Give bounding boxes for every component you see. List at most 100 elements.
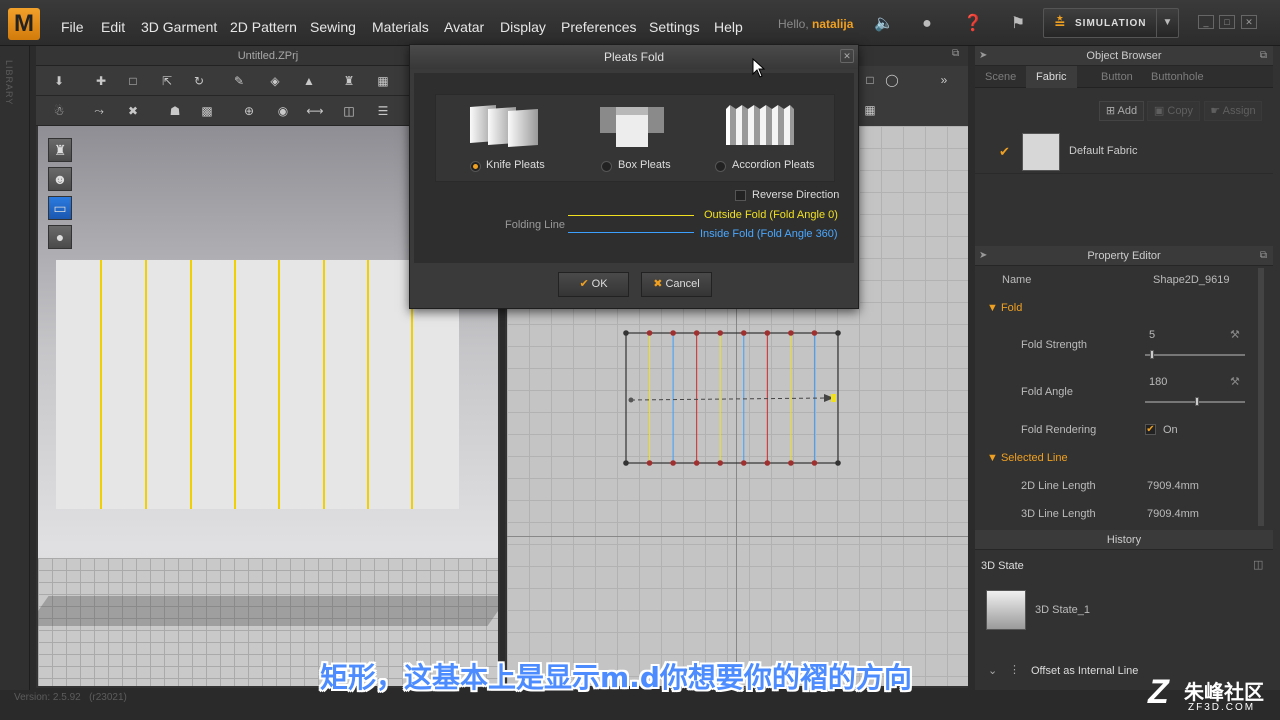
property-name-value[interactable]: Shape2D_9619 xyxy=(1153,274,1229,286)
minimize-icon[interactable]: _ xyxy=(1198,15,1214,29)
pattern-point[interactable] xyxy=(623,330,629,336)
direction-line[interactable] xyxy=(630,397,829,401)
menu-file[interactable]: File xyxy=(61,19,84,35)
tab-buttonhole[interactable]: Buttonhole xyxy=(1141,66,1214,88)
pattern-point[interactable] xyxy=(646,330,653,336)
pin-icon[interactable]: ➤ xyxy=(979,46,987,66)
history-thumbnail[interactable] xyxy=(986,590,1026,630)
fabric-list-item[interactable]: ✔ Default Fabric xyxy=(975,130,1273,174)
user-icon[interactable]: ● xyxy=(915,12,939,36)
maximize-icon[interactable]: ⧉ xyxy=(1260,46,1267,66)
menu-edit[interactable]: Edit xyxy=(101,19,125,35)
direction-end-marker[interactable] xyxy=(831,394,836,402)
fold-strength-value[interactable]: 5 xyxy=(1149,329,1155,341)
toolbar-expand-icon[interactable]: » xyxy=(933,70,955,90)
pattern-point[interactable] xyxy=(693,330,700,336)
accordion-pleats-label[interactable]: Accordion Pleats xyxy=(732,159,815,171)
pattern-point[interactable] xyxy=(788,460,794,466)
delete-icon[interactable]: ◫ xyxy=(1253,558,1263,571)
accordion-pleats-icon[interactable] xyxy=(724,103,796,147)
box-pleats-icon[interactable] xyxy=(600,103,664,147)
pin-icon[interactable]: ✎ xyxy=(228,71,250,91)
shape-circle-icon[interactable]: ◯ xyxy=(881,70,903,90)
pattern-point[interactable] xyxy=(646,460,653,466)
pattern-point[interactable] xyxy=(835,330,841,336)
tab-button[interactable]: Button xyxy=(1091,66,1143,88)
pattern-point[interactable] xyxy=(764,460,771,466)
reverse-direction-checkbox[interactable] xyxy=(735,190,746,201)
tack-icon[interactable]: ◈ xyxy=(264,71,286,91)
zipper-icon[interactable]: ◫ xyxy=(338,101,360,121)
pattern-point[interactable] xyxy=(717,460,724,466)
maximize-icon[interactable]: ⧉ xyxy=(1260,246,1267,266)
pattern-point[interactable] xyxy=(670,330,676,336)
menu-preferences[interactable]: Preferences xyxy=(561,19,636,35)
pattern-point[interactable] xyxy=(693,460,700,466)
fold-strength-slider-handle[interactable] xyxy=(1150,350,1154,359)
fold-arrow-icon[interactable]: ⬇ xyxy=(48,71,70,91)
box-select-icon[interactable]: □ xyxy=(122,71,144,91)
fold-angle-value[interactable]: 180 xyxy=(1149,376,1167,388)
menu-display[interactable]: Display xyxy=(500,19,546,35)
garment-icon[interactable]: ▲ xyxy=(298,71,320,91)
fold-angle-slider-handle[interactable] xyxy=(1195,397,1199,406)
restore-icon[interactable]: □ xyxy=(1219,15,1235,29)
menu-avatar[interactable]: Avatar xyxy=(444,19,484,35)
fit-icon[interactable]: ☗ xyxy=(164,101,186,121)
menu-2d-pattern[interactable]: 2D Pattern xyxy=(230,19,297,35)
sound-icon[interactable]: 🔈 xyxy=(872,12,896,36)
box-pleats-radio[interactable] xyxy=(601,161,612,172)
selected-line-section-header[interactable]: ▼ Selected Line xyxy=(987,452,1068,464)
wrench-icon[interactable]: ⚒ xyxy=(1230,328,1240,341)
cancel-button[interactable]: ✖ Cancel xyxy=(641,272,712,297)
texture-icon[interactable]: ▩ xyxy=(196,101,218,121)
fabric-3d-panel[interactable] xyxy=(56,260,459,509)
shirt-icon[interactable]: ♜ xyxy=(338,71,360,91)
library-label[interactable]: LIBRARY xyxy=(4,60,14,105)
rotate-icon[interactable]: ↻ xyxy=(188,71,210,91)
fold-section-header[interactable]: ▼ Fold xyxy=(987,302,1022,314)
pattern-point[interactable] xyxy=(835,460,841,466)
history-item[interactable]: 3D State_1 xyxy=(1035,604,1090,616)
library-strip[interactable] xyxy=(0,46,30,690)
chevron-down-icon[interactable]: ▼ xyxy=(1156,9,1178,37)
buttonhole-icon[interactable]: ◉ xyxy=(272,101,294,121)
ruler-icon[interactable]: ✖ xyxy=(122,101,144,121)
reverse-direction-label[interactable]: Reverse Direction xyxy=(752,189,839,201)
select-move-icon[interactable]: ✚ xyxy=(90,71,112,91)
measure-icon[interactable]: ⤳ xyxy=(88,101,110,121)
property-scrollbar[interactable] xyxy=(1258,268,1264,526)
tab-scene[interactable]: Scene xyxy=(975,66,1026,88)
menu-help[interactable]: Help xyxy=(714,19,743,35)
knife-pleats-icon[interactable] xyxy=(468,103,540,147)
pants-icon[interactable]: ▦ xyxy=(372,71,394,91)
copy-button[interactable]: ▣ Copy xyxy=(1147,101,1200,121)
knife-pleats-radio[interactable] xyxy=(470,161,481,172)
simulation-button[interactable]: ≛ SIMULATION ▼ xyxy=(1043,8,1179,38)
box-pleats-label[interactable]: Box Pleats xyxy=(618,159,671,171)
menu-sewing[interactable]: Sewing xyxy=(310,19,356,35)
garment-display-icon[interactable]: ♜ xyxy=(48,138,72,162)
knife-pleats-label[interactable]: Knife Pleats xyxy=(486,159,545,171)
tab-fabric[interactable]: Fabric xyxy=(1026,66,1077,88)
pattern-point[interactable] xyxy=(740,460,747,466)
close-icon[interactable]: ✕ xyxy=(840,49,854,63)
dialog-title[interactable]: Pleats Fold xyxy=(410,45,858,69)
tape-icon[interactable]: ☰ xyxy=(372,101,394,121)
menu-settings[interactable]: Settings xyxy=(649,19,700,35)
pattern-2d-shape[interactable] xyxy=(623,330,841,466)
pattern-point[interactable] xyxy=(764,330,771,336)
wrench-icon[interactable]: ⚒ xyxy=(1230,375,1240,388)
chevron-down-icon[interactable]: ⌄ xyxy=(988,664,997,677)
menu-materials[interactable]: Materials xyxy=(372,19,429,35)
accordion-pleats-radio[interactable] xyxy=(715,161,726,172)
button-tool-icon[interactable]: ⊕ xyxy=(238,101,260,121)
pin-icon[interactable]: ➤ xyxy=(979,246,987,266)
menu-3d-garment[interactable]: 3D Garment xyxy=(141,19,217,35)
avatar-hide-icon[interactable]: ● xyxy=(48,225,72,249)
help-icon[interactable]: ❓ xyxy=(961,12,985,36)
pattern-point[interactable] xyxy=(788,330,794,336)
pattern-point[interactable] xyxy=(717,330,724,336)
pattern-point[interactable] xyxy=(811,330,818,336)
close-icon[interactable]: ✕ xyxy=(1241,15,1257,29)
